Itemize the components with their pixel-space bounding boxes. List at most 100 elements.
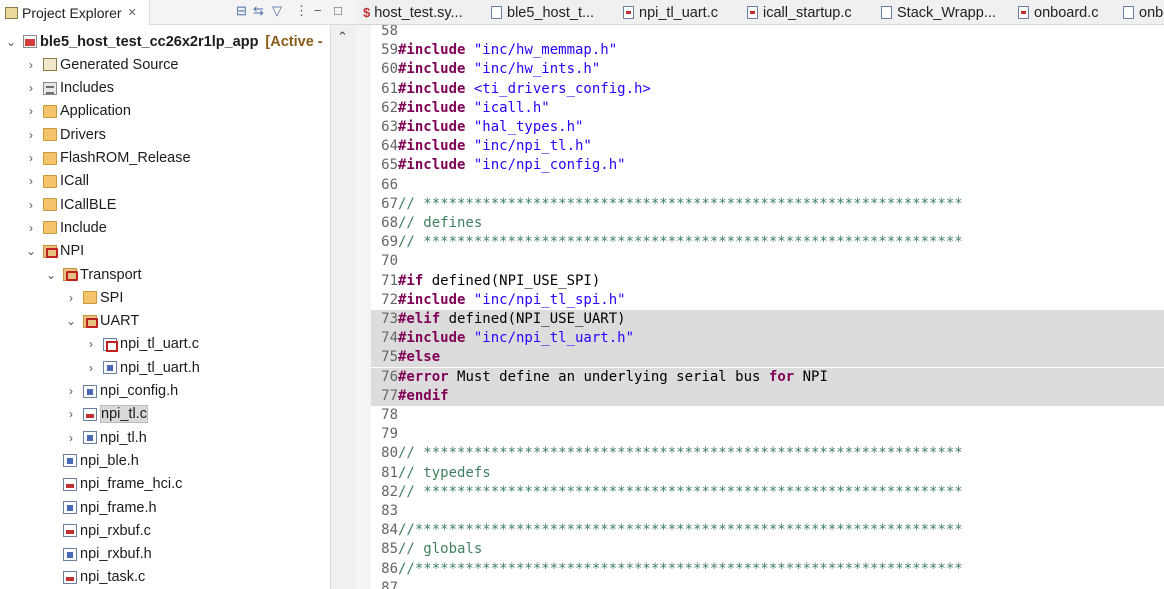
tree-item-label: npi_frame_hci.c [80,476,183,493]
code-token: Must define an underlying serial bus [457,368,769,385]
chevron-right-icon[interactable]: › [24,174,38,188]
tree-item[interactable]: › npi_tl_uart.h [0,356,330,379]
editor-tab[interactable]: Stack_Wrapp... [873,0,996,24]
editor-tab[interactable]: npi_tl_uart.c [615,0,718,24]
editor-tab-label: icall_startup.c [763,4,852,21]
chevron-down-icon[interactable]: ⌄ [44,268,58,282]
keyword-token: #include [398,119,474,135]
chevron-right-icon[interactable]: › [64,431,78,445]
chevron-right-icon[interactable]: › [24,81,38,95]
code-line: 87 [371,579,1164,589]
keyword-token: #include [398,291,474,308]
tree-item[interactable]: › FlashROM_Release [0,147,330,170]
chevron-right-icon[interactable]: › [64,407,78,421]
scroll-up-arrow-icon[interactable]: ⌃ [337,29,348,45]
code-area[interactable]: 58 59#include "inc/hw_memmap.h" 60#include… [371,25,1164,589]
code-line: 59#include "inc/hw_memmap.h" [371,41,1164,60]
tree-item[interactable]: › ICall [0,170,330,193]
line-number: 62 [381,99,398,116]
editor-tab[interactable]: icall_startup.c [739,0,852,24]
tree-item[interactable]: › npi_config.h [0,380,330,403]
collapse-all-icon[interactable]: ⊟ [236,3,247,19]
tree-item-label: npi_ble.h [80,452,139,469]
tree-item-label: npi_tl_uart.c [120,336,199,353]
code-line: 67// ***********************************… [371,195,1164,214]
tree-item[interactable]: npi_rxbuf.c [0,519,330,542]
line-number: 67 [381,195,398,212]
gen-icon [43,58,57,72]
tree-item[interactable]: npi_frame_hci.c [0,473,330,496]
tree-item[interactable]: npi_task.c [0,566,330,589]
chevron-right-icon[interactable]: › [24,221,38,235]
close-icon[interactable]: ✕ [128,6,137,19]
chevron-down-icon[interactable]: ⌄ [64,314,78,328]
tree-item[interactable]: › npi_tl_uart.c [0,333,330,356]
chevron-down-icon[interactable]: ⌄ [4,35,18,49]
tree-item[interactable]: › Include [0,216,330,239]
tree-item[interactable]: › npi_tl.h [0,426,330,449]
tree-item[interactable]: npi_ble.h [0,449,330,472]
project-explorer-panel: Project Explorer ✕ ⊟ ⇆ ▽ ⋮ − □ ⌄ ble5_hos… [0,0,355,589]
line-number: 64 [381,138,398,155]
hfile-icon [63,454,77,468]
tree-item[interactable]: › Application [0,100,330,123]
minimize-icon[interactable]: − [314,3,322,18]
code-token: defined(NPI_USE_SPI) [431,272,601,289]
tree-item[interactable]: › Drivers [0,123,330,146]
tree-item-label: npi_tl.h [100,429,147,446]
editor-tab[interactable]: onboard.c [1010,0,1099,24]
chevron-right-icon[interactable]: › [84,361,98,375]
tree-item[interactable]: ⌄ NPI [0,240,330,263]
folder-icon [43,104,57,118]
chevron-down-icon[interactable]: ⌄ [24,244,38,258]
code-line: 77#endif [371,386,1164,406]
line-number: 61 [381,80,398,97]
string-token: "hal_types.h" [473,119,584,135]
maximize-icon[interactable]: □ [334,3,342,18]
tree-item[interactable]: ⌄ ble5_host_test_cc26x2r1lp_app [Active - [0,30,330,53]
editor-tab[interactable]: $ host_test.sy... [355,0,463,24]
code-line: 82// ***********************************… [371,483,1164,502]
chevron-right-icon[interactable]: › [24,198,38,212]
keyword-token: #endif [398,387,449,404]
chevron-right-icon[interactable]: › [24,104,38,118]
chevron-right-icon[interactable]: › [24,58,38,72]
tree-item[interactable]: › ICallBLE [0,193,330,216]
line-number: 74 [381,330,398,347]
explorer-scrollbar[interactable]: ⌃ [330,25,355,589]
tree-item[interactable]: ⌄ UART [0,310,330,333]
editor-ruler [355,25,371,589]
comment-token: // *************************************… [398,234,963,251]
chevron-right-icon[interactable]: › [24,128,38,142]
code-line: 73#elif defined(NPI_USE_UART) [371,310,1164,329]
tree-item-label: Includes [60,80,115,97]
tree-item[interactable]: › SPI [0,286,330,309]
folder-icon [43,128,57,142]
tree-item[interactable]: › Includes [0,77,330,100]
tree-item-label: NPI [60,243,85,260]
chevron-right-icon[interactable]: › [64,384,78,398]
line-number: 86 [381,560,398,577]
code-line: 66 [371,176,1164,195]
chevron-right-icon[interactable]: › [64,291,78,305]
filter-icon[interactable]: ▽ [272,3,282,19]
view-menu-icon[interactable]: ⋮ [295,3,308,19]
line-number: 68 [381,215,398,231]
keyword-token: #include [398,138,474,155]
exfolder-icon [43,244,58,258]
editor-tab[interactable]: onboard.h [1115,0,1164,24]
code-line: 79 [371,425,1164,444]
editor-tab[interactable]: ble5_host_t... [483,0,594,24]
tree-item[interactable]: npi_frame.h [0,496,330,519]
tree-item-label: npi_rxbuf.h [80,546,152,563]
tree-item[interactable]: › Generated Source [0,53,330,76]
tree-item-label: Generated Source [60,56,179,73]
chevron-right-icon[interactable]: › [24,151,38,165]
chevron-right-icon[interactable]: › [84,337,98,351]
link-editor-icon[interactable]: ⇆ [253,3,264,19]
tree-item[interactable]: ⌄ Transport [0,263,330,286]
tree-item[interactable]: › npi_tl.c [0,403,330,426]
cfile-icon [63,477,77,491]
project-explorer-tab[interactable]: Project Explorer ✕ [0,0,150,25]
tree-item[interactable]: npi_rxbuf.h [0,543,330,566]
